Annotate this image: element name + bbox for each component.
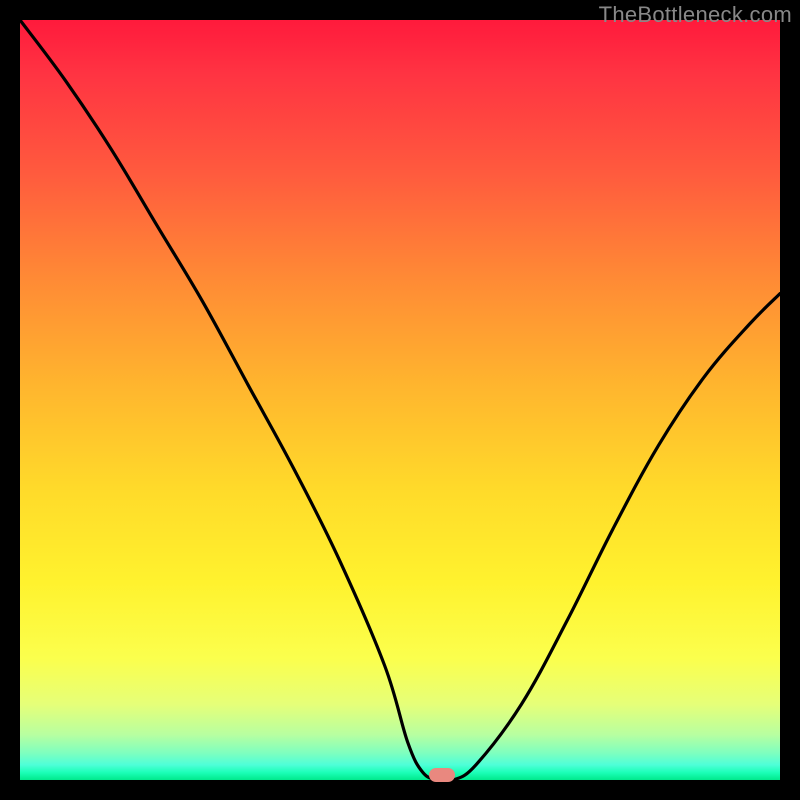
plot-area: [20, 20, 780, 780]
bottleneck-curve: [20, 20, 780, 780]
watermark-text: TheBottleneck.com: [599, 2, 792, 28]
optimal-marker: [429, 768, 455, 782]
chart-frame: TheBottleneck.com: [0, 0, 800, 800]
